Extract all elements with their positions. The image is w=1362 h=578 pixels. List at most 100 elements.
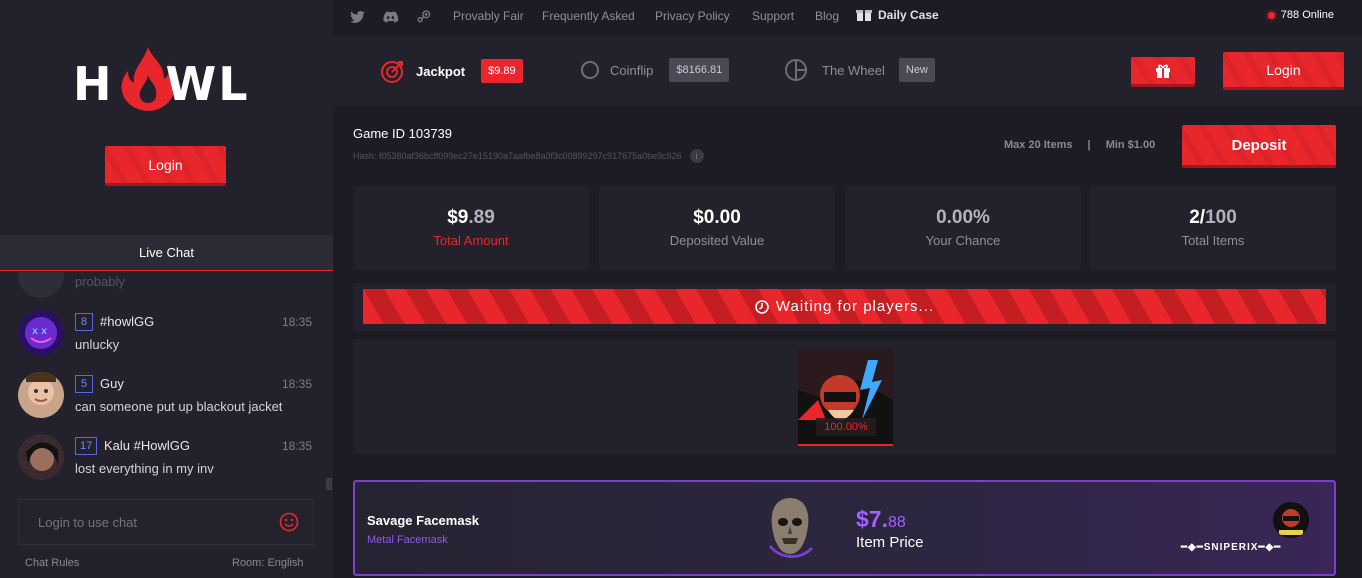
message-time: 18:35 [281, 377, 312, 391]
chat-input-box [18, 499, 314, 545]
message-text: unlucky [75, 337, 120, 352]
chat-message: 5 Guy 18:35 can someone put up blackout … [18, 372, 318, 430]
howl-logo[interactable]: H WL [73, 45, 263, 115]
username[interactable]: Kalu #HowlGG [104, 438, 190, 453]
info-icon[interactable]: i [689, 149, 704, 163]
target-icon [381, 61, 403, 83]
chat-scrollbar[interactable] [326, 478, 332, 490]
twitter-icon[interactable] [349, 9, 366, 25]
item-price: $7.88 [856, 506, 906, 533]
message-text: can someone put up blackout jacket [75, 399, 283, 414]
daily-case-label: Daily Case [878, 8, 939, 22]
nav-blog[interactable]: Blog [815, 9, 839, 23]
tab-coinflip-label: Coinflip [610, 62, 654, 78]
owner-decoration-right: ━◆━ [1258, 542, 1282, 553]
tab-the-wheel[interactable]: The Wheel New [784, 58, 935, 82]
message-time: 18:35 [281, 315, 312, 329]
stat-label: Total Items [1181, 233, 1245, 248]
game-mode-bar: Jackpot $9.89 Coinflip $8166.81 The Whee… [333, 36, 1362, 106]
online-label: 788 Online [1280, 9, 1334, 21]
hash-text: Hash: f05380af36bcff099ec27e15190a7aafbe… [353, 151, 682, 161]
stat-value: $0.00 [693, 207, 741, 228]
nav-support[interactable]: Support [752, 9, 794, 23]
separator: | [1087, 139, 1091, 151]
login-button[interactable]: Login [1223, 52, 1344, 90]
chat-messages[interactable]: probably x x 8 #howlGG 18:35 unlucky 5 G… [0, 272, 333, 492]
discord-icon[interactable] [382, 9, 399, 25]
new-badge: New [898, 58, 935, 82]
nav-provably-fair[interactable]: Provably Fair [453, 9, 524, 23]
avatar[interactable] [18, 372, 64, 418]
stat-value: $9 [447, 207, 469, 228]
item-category: Metal Facemask [367, 534, 448, 546]
waiting-bar: Waiting for players... [363, 289, 1326, 324]
stat-value: 0.00% [936, 207, 990, 228]
chat-message: 17 Kalu #HowlGG 18:35 lost everything in… [18, 434, 318, 492]
emoji-icon[interactable] [279, 512, 299, 532]
gift-icon [1156, 64, 1170, 78]
online-dot [1267, 11, 1275, 19]
username[interactable]: Guy [100, 376, 124, 391]
gift-button[interactable] [1131, 57, 1195, 87]
stat-deposited-value: $0.00 Deposited Value [599, 186, 835, 270]
case-icon [856, 10, 872, 21]
sidebar-login-button[interactable]: Login [105, 146, 226, 186]
avatar[interactable] [18, 434, 64, 480]
owner-name: ━◆━SNIPERIX━◆━ [1181, 542, 1281, 553]
chat-input[interactable] [19, 500, 269, 544]
min-value: Min $1.00 [1105, 139, 1156, 151]
owner-decoration-left: ━◆━ [1181, 542, 1204, 553]
level-badge: 8 [75, 313, 93, 331]
round-status: Waiting for players... [353, 283, 1336, 331]
avatar [18, 272, 64, 298]
steam-icon[interactable] [415, 9, 432, 25]
waiting-text: Waiting for players... [775, 298, 935, 315]
level-badge: 5 [75, 375, 93, 393]
item-name: Savage Facemask [367, 513, 480, 528]
avatar[interactable]: x x [18, 310, 64, 356]
nav-privacy-policy[interactable]: Privacy Policy [655, 9, 730, 23]
live-chat-header: Live Chat [0, 235, 333, 271]
chat-rules-link[interactable]: Chat Rules [25, 557, 79, 569]
owner-avatar[interactable] [1273, 502, 1309, 538]
daily-case-link[interactable]: Daily Case [856, 8, 939, 22]
svg-text:x x: x x [32, 326, 47, 337]
username[interactable]: #howlGG [100, 314, 154, 329]
stat-label: Your Chance [925, 233, 1001, 248]
tab-wheel-label: The Wheel [822, 62, 885, 78]
message-text: lost everything in my inv [75, 461, 214, 476]
clock-icon [755, 299, 769, 314]
tab-jackpot-label: Jackpot [416, 63, 466, 79]
message-time: 18:35 [281, 439, 312, 453]
level-badge: 17 [75, 437, 98, 455]
player-card[interactable]: 100.00% [798, 350, 893, 446]
tab-coinflip[interactable]: Coinflip $8166.81 [576, 58, 730, 82]
wheel-icon [785, 59, 807, 81]
item-card[interactable]: Savage Facemask Metal Facemask $7.88 Ite… [353, 480, 1336, 576]
faded-message: probably [75, 274, 125, 289]
owner-name-text: SNIPERIX [1203, 542, 1259, 553]
nav-faq[interactable]: Frequently Asked [542, 9, 635, 23]
coin-icon [580, 61, 599, 79]
player-chance: 100.00% [816, 418, 876, 436]
online-count: 788 Online [1267, 9, 1334, 21]
max-items: Max 20 Items [1004, 139, 1073, 151]
price-dollars: $7. [856, 506, 888, 532]
room-selector[interactable]: Room: English [232, 557, 304, 569]
sidebar: H WL Login Live Chat probably x x 8 #howl… [0, 0, 333, 578]
tab-jackpot[interactable]: Jackpot $9.89 [380, 58, 523, 84]
item-price-label: Item Price [856, 534, 924, 551]
players-panel: 100.00% [353, 339, 1336, 454]
logo-text: H WL [73, 57, 250, 111]
stat-value-max: 100 [1205, 207, 1237, 228]
stat-label: Total Amount [433, 233, 509, 248]
jackpot-main: Game ID 103739 Hash: f05380af36bcff099ec… [333, 106, 1362, 578]
stat-value: 2/ [1189, 207, 1206, 228]
game-id: Game ID 103739 [353, 126, 453, 141]
deposit-button[interactable]: Deposit [1182, 125, 1336, 168]
stat-value-cents: .89 [468, 207, 495, 228]
stat-label: Deposited Value [669, 233, 765, 248]
top-nav: Provably Fair Frequently Asked Privacy P… [333, 0, 1362, 35]
coinflip-value-badge: $8166.81 [669, 58, 730, 82]
stat-total-items: 2/100 Total Items [1090, 186, 1336, 270]
